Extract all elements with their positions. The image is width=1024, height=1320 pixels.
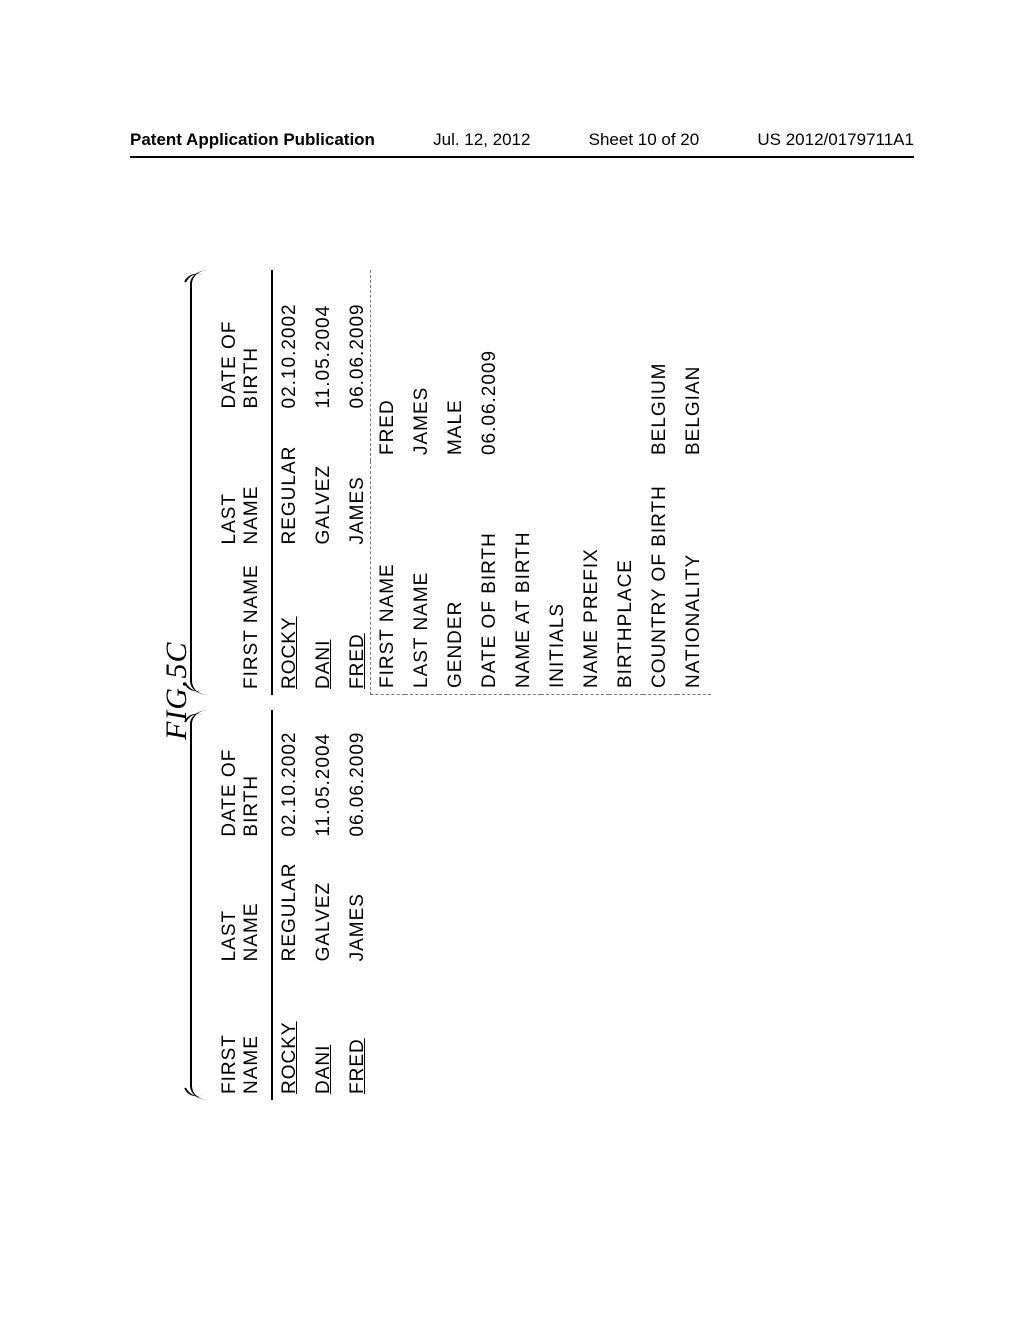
first-name-link[interactable]: ROCKY bbox=[279, 616, 300, 689]
detail-value bbox=[541, 270, 575, 461]
list-pane-before: FIRST NAME LAST NAME DATE OF BIRTH ROCKY bbox=[215, 710, 375, 1100]
col-last-name: LAST NAME bbox=[215, 843, 272, 968]
dob-cell: 11.05.2004 bbox=[307, 710, 341, 843]
last-name-cell: JAMES bbox=[341, 843, 375, 968]
detail-row: INITIALS bbox=[541, 270, 575, 695]
table-row: DANI GALVEZ 11.05.2004 bbox=[307, 270, 341, 695]
brace-icon bbox=[190, 710, 216, 1100]
detail-value: 06.06.2009 bbox=[473, 270, 507, 461]
detail-row: FIRST NAME FRED bbox=[371, 270, 406, 695]
detail-row: BIRTHPLACE bbox=[609, 270, 643, 695]
first-name-link[interactable]: DANI bbox=[313, 640, 334, 689]
detail-row: NAME AT BIRTH bbox=[507, 270, 541, 695]
person-details-panel: FIRST NAME FRED LAST NAME JAMES GENDER M… bbox=[370, 270, 711, 695]
list-pane-after: FIRST NAME LAST NAME DATE OF BIRTH ROCKY bbox=[215, 270, 375, 695]
detail-row: NATIONALITY BELGIAN bbox=[677, 270, 711, 695]
detail-value: MALE bbox=[439, 270, 473, 461]
detail-label: NAME AT BIRTH bbox=[507, 461, 541, 694]
brace-icon bbox=[190, 270, 216, 695]
col-last-name: LAST NAME bbox=[215, 415, 272, 551]
detail-label: FIRST NAME bbox=[371, 461, 406, 694]
last-name-cell: REGULAR bbox=[272, 415, 307, 551]
col-first-name: FIRST NAME bbox=[215, 967, 272, 1100]
table-row: ROCKY REGULAR 02.10.2002 bbox=[272, 270, 307, 695]
detail-value: BELGIUM bbox=[643, 270, 677, 461]
detail-label: DATE OF BIRTH bbox=[473, 461, 507, 694]
detail-label: BIRTHPLACE bbox=[609, 461, 643, 694]
col-dob: DATE OF BIRTH bbox=[215, 270, 272, 415]
table-row: ROCKY REGULAR 02.10.2002 bbox=[272, 710, 307, 1100]
first-name-link[interactable]: FRED bbox=[347, 633, 368, 689]
last-name-cell: REGULAR bbox=[272, 843, 307, 968]
detail-label: NATIONALITY bbox=[677, 461, 711, 694]
pub-number: US 2012/0179711A1 bbox=[757, 130, 914, 150]
first-name-link[interactable]: FRED bbox=[347, 1038, 368, 1094]
detail-value bbox=[609, 270, 643, 461]
detail-row: DATE OF BIRTH 06.06.2009 bbox=[473, 270, 507, 695]
col-dob: DATE OF BIRTH bbox=[215, 710, 272, 843]
detail-row: LAST NAME JAMES bbox=[405, 270, 439, 695]
detail-label: NAME PREFIX bbox=[575, 461, 609, 694]
figure-caption: FIG.5C bbox=[160, 642, 194, 741]
pub-date: Jul. 12, 2012 bbox=[433, 130, 530, 150]
detail-row: NAME PREFIX bbox=[575, 270, 609, 695]
dob-cell: 06.06.2009 bbox=[341, 710, 375, 843]
detail-label: LAST NAME bbox=[405, 461, 439, 694]
first-name-link[interactable]: ROCKY bbox=[279, 1021, 300, 1094]
dob-cell: 02.10.2002 bbox=[272, 710, 307, 843]
detail-value bbox=[507, 270, 541, 461]
table-row: FRED JAMES 06.06.2009 bbox=[341, 710, 375, 1100]
detail-value: JAMES bbox=[405, 270, 439, 461]
detail-label: COUNTRY OF BIRTH bbox=[643, 461, 677, 694]
detail-row: GENDER MALE bbox=[439, 270, 473, 695]
name-list-table-right: FIRST NAME LAST NAME DATE OF BIRTH ROCKY bbox=[215, 270, 375, 695]
pub-label: Patent Application Publication bbox=[130, 130, 375, 150]
dob-cell: 02.10.2002 bbox=[272, 270, 307, 415]
sheet-number: Sheet 10 of 20 bbox=[589, 130, 700, 150]
last-name-cell: GALVEZ bbox=[307, 843, 341, 968]
table-row: DANI GALVEZ 11.05.2004 bbox=[307, 710, 341, 1100]
first-name-link[interactable]: DANI bbox=[313, 1045, 334, 1094]
detail-value: FRED bbox=[371, 270, 406, 461]
name-list-table-left: FIRST NAME LAST NAME DATE OF BIRTH ROCKY bbox=[215, 710, 375, 1100]
detail-value bbox=[575, 270, 609, 461]
last-name-cell: GALVEZ bbox=[307, 415, 341, 551]
detail-label: INITIALS bbox=[541, 461, 575, 694]
page-header: Patent Application Publication Jul. 12, … bbox=[130, 130, 914, 158]
detail-row: COUNTRY OF BIRTH BELGIUM bbox=[643, 270, 677, 695]
dob-cell: 11.05.2004 bbox=[307, 270, 341, 415]
figure-5c: FIG.5C FIRST NAME LAST NAME DATE OF BIRT… bbox=[160, 220, 860, 1140]
detail-value: BELGIAN bbox=[677, 270, 711, 461]
detail-label: GENDER bbox=[439, 461, 473, 694]
col-first-name: FIRST NAME bbox=[215, 551, 272, 696]
